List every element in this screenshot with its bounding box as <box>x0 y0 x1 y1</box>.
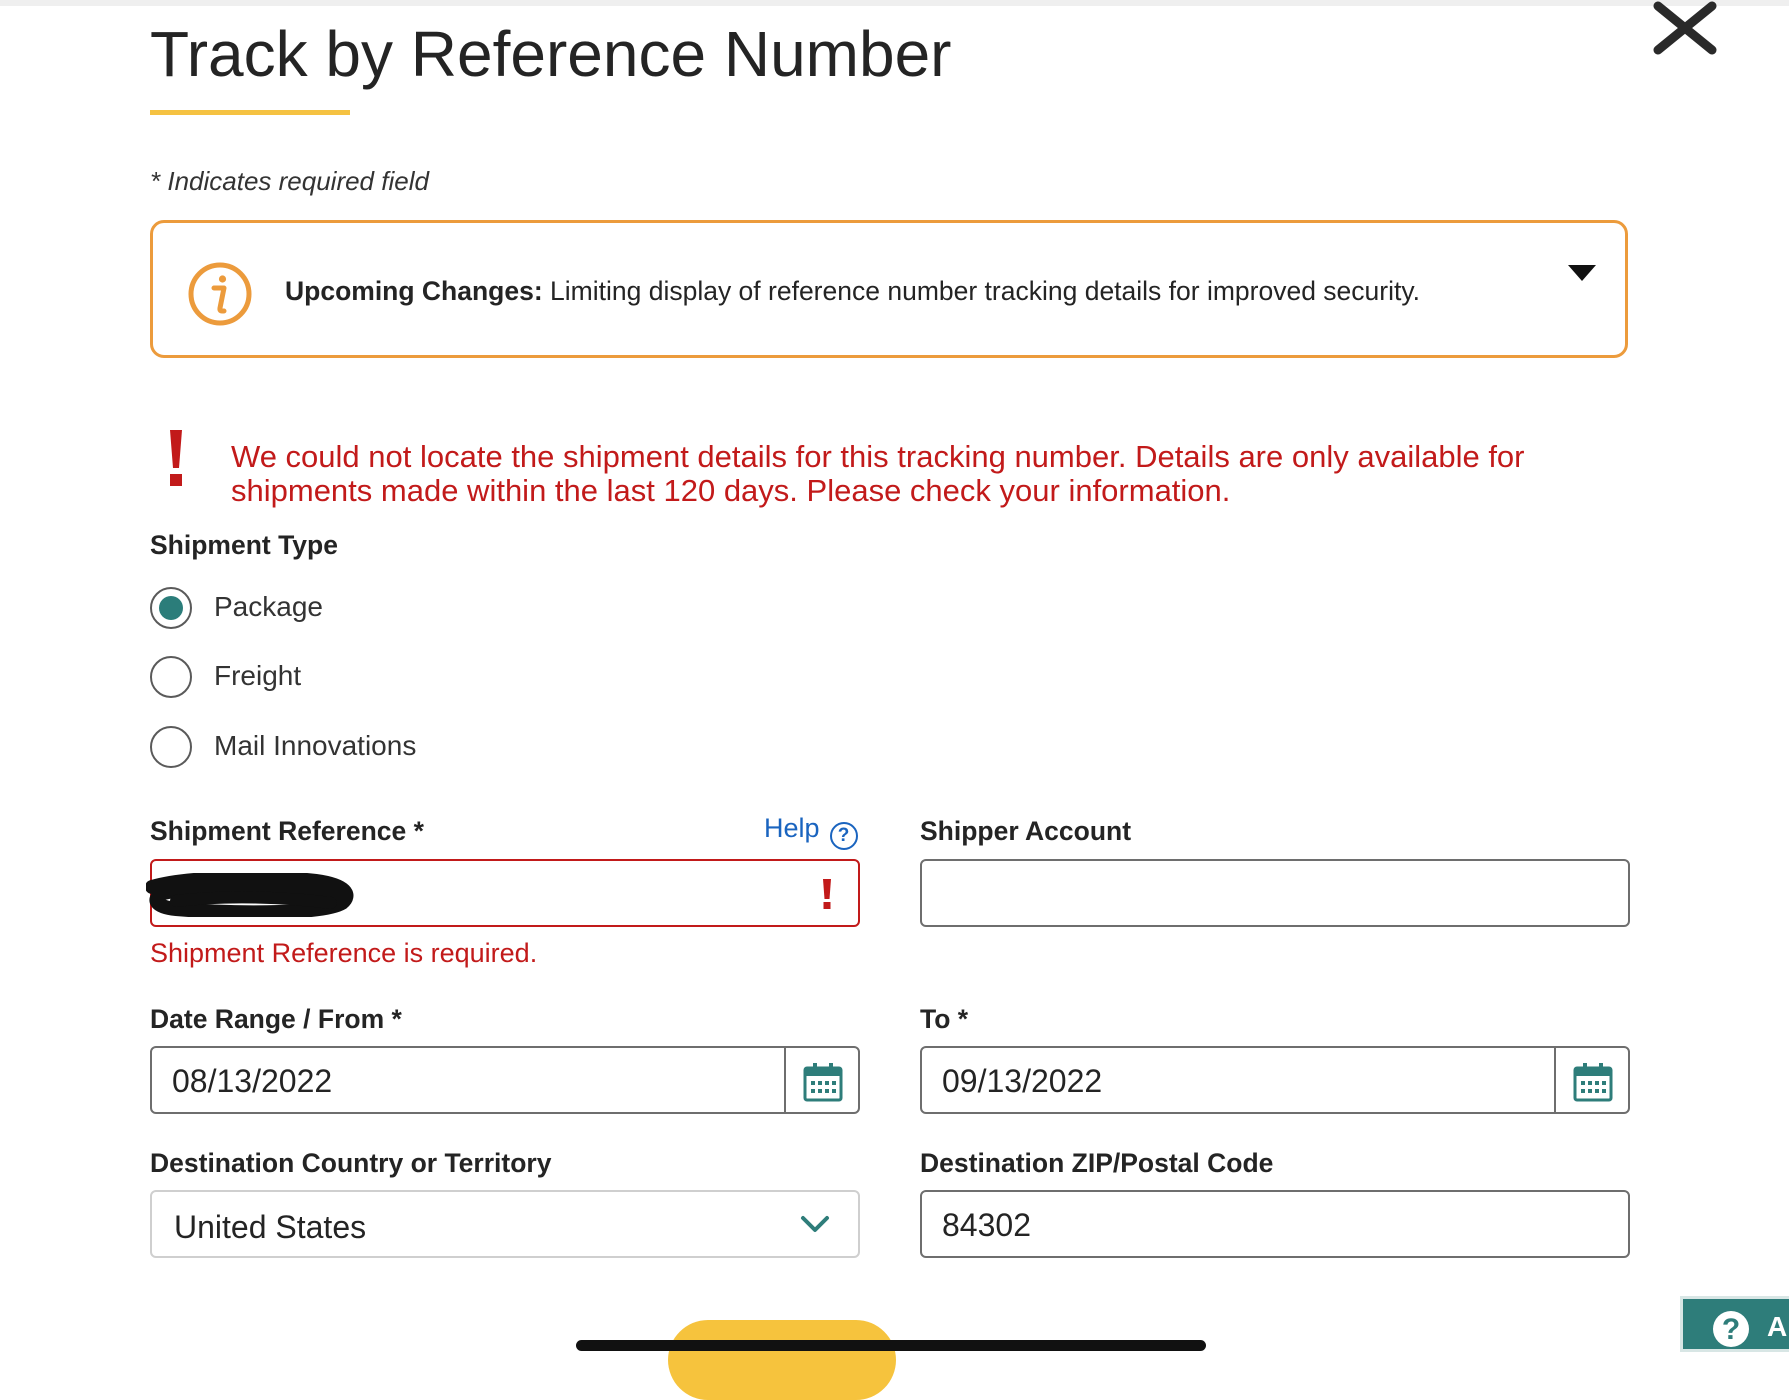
field-error-icon <box>823 879 831 909</box>
track-submit-button[interactable] <box>668 1320 896 1400</box>
help-link[interactable]: Help? <box>764 813 858 853</box>
notice-text: Upcoming Changes: Limiting display of re… <box>285 273 1420 309</box>
close-icon <box>1653 1 1717 55</box>
radio-label: Freight <box>214 660 302 691</box>
question-circle-icon: ? <box>829 822 858 850</box>
close-button[interactable] <box>1650 0 1722 56</box>
radio-button[interactable] <box>150 726 192 768</box>
home-indicator <box>576 1340 1206 1351</box>
question-circle-icon: ? <box>1713 1311 1749 1347</box>
help-assistant-button[interactable]: ? A <box>1680 1296 1789 1352</box>
tracking-error-message: We could not locate the shipment details… <box>231 439 1525 508</box>
date-to-label: To * <box>920 1004 969 1034</box>
page-title: Track by Reference Number <box>150 18 952 90</box>
calendar-icon <box>803 1063 843 1102</box>
destination-country-value: United States <box>174 1209 367 1245</box>
top-divider <box>0 0 1789 6</box>
shipment-reference-input[interactable] <box>146 859 860 927</box>
notice-message: Limiting display of reference number tra… <box>550 276 1421 306</box>
date-to-calendar-button[interactable] <box>1554 1048 1628 1112</box>
caret-down-icon[interactable] <box>1565 261 1599 287</box>
date-from-value: 08/13/2022 <box>172 1063 333 1099</box>
destination-zip-value: 84302 <box>942 1207 1031 1243</box>
help-assistant-label: A <box>1767 1311 1788 1342</box>
radio-label: Package <box>214 591 323 622</box>
radio-label: Mail Innovations <box>214 730 417 761</box>
destination-zip-label: Destination ZIP/Postal Code <box>920 1148 1274 1178</box>
destination-zip-input[interactable]: 84302 <box>920 1190 1630 1258</box>
title-underline <box>150 110 350 115</box>
notice-heading: Upcoming Changes: <box>285 276 543 306</box>
date-from-calendar-button[interactable] <box>784 1048 858 1112</box>
date-from-input[interactable]: 08/13/2022 <box>150 1046 860 1114</box>
destination-country-select[interactable]: United States <box>150 1190 860 1258</box>
date-from-label: Date Range / From * <box>150 1004 402 1034</box>
shipper-account-input[interactable] <box>920 859 1630 927</box>
date-to-value: 09/13/2022 <box>942 1063 1103 1099</box>
calendar-icon <box>1573 1063 1613 1102</box>
radio-button[interactable] <box>150 587 192 629</box>
radio-button[interactable] <box>150 656 192 698</box>
redaction-scribble <box>146 873 354 917</box>
info-circle-icon <box>188 262 252 326</box>
shipment-reference-error: Shipment Reference is required. <box>150 938 538 968</box>
chevron-down-icon <box>801 1216 829 1232</box>
destination-country-label: Destination Country or Territory <box>150 1148 552 1178</box>
upcoming-changes-notice: Upcoming Changes: Limiting display of re… <box>150 220 1628 358</box>
radio-selected-dot <box>159 596 183 620</box>
shipper-account-label: Shipper Account <box>920 816 1132 846</box>
shipment-type-label: Shipment Type <box>150 530 338 560</box>
error-exclamation-icon <box>170 430 182 486</box>
shipment-reference-label: Shipment Reference * <box>150 816 424 846</box>
help-link-text: Help <box>764 813 820 843</box>
date-to-input[interactable]: 09/13/2022 <box>920 1046 1630 1114</box>
required-field-note: * Indicates required field <box>150 166 429 196</box>
